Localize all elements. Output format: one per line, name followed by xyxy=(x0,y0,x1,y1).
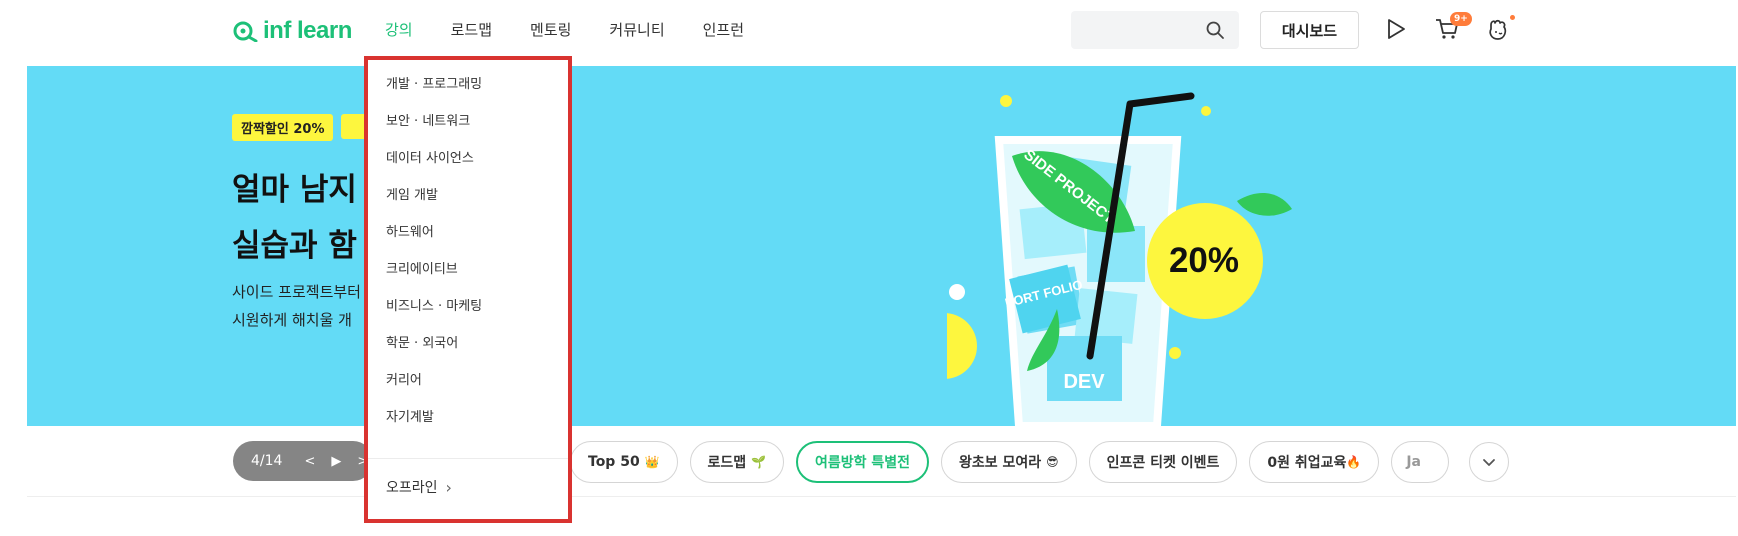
chip-java-partial[interactable]: Ja xyxy=(1391,441,1450,483)
play-slide-button[interactable]: ▶ xyxy=(331,454,341,469)
category-business-marketing[interactable]: 비즈니스 · 마케팅 xyxy=(386,294,482,331)
chip-beginners[interactable]: 왕초보 모여라 😎 xyxy=(941,441,1077,483)
chip-label: 인프콘 티켓 이벤트 xyxy=(1106,455,1220,471)
courses-category-dropdown: 개발 · 프로그래밍 보안 · 네트워크 데이터 사이언스 게임 개발 하드웨어… xyxy=(364,56,572,523)
chip-label: 여름방학 특별전 xyxy=(814,455,911,471)
banner-slider-control: 4/14 < ▶ > xyxy=(233,441,373,481)
sunglasses-icon: 😎 xyxy=(1046,455,1059,469)
sticker-dev-text: DEV xyxy=(1063,371,1105,393)
category-game-dev[interactable]: 게임 개발 xyxy=(386,183,482,220)
dashboard-button[interactable]: 대시보드 xyxy=(1260,11,1359,49)
logo[interactable]: inf learn xyxy=(233,17,352,45)
chip-free-job-education[interactable]: 0원 취업교육 🔥 xyxy=(1249,441,1380,483)
search-icon[interactable] xyxy=(1205,20,1225,40)
banner-badges: 깜짝할인 20% xyxy=(232,114,372,141)
nav-item-roadmap[interactable]: 로드맵 xyxy=(451,19,492,40)
category-self-development[interactable]: 자기계발 xyxy=(386,405,482,442)
banner-illustration: SIDE PROJECT PORT FOLIO DEV 20% xyxy=(947,92,1292,426)
fire-icon: 🔥 xyxy=(1346,455,1362,469)
chip-top50[interactable]: Top 50 👑 xyxy=(570,441,678,483)
play-icon[interactable] xyxy=(1385,17,1407,41)
slide-counter: 4/14 xyxy=(251,453,283,469)
crown-icon: 👑 xyxy=(644,455,660,469)
chevron-right-icon: › xyxy=(445,477,452,497)
notification-dot xyxy=(1510,15,1515,20)
logo-text: inf learn xyxy=(263,17,352,44)
cart-count-badge: 9+ xyxy=(1450,12,1472,26)
main-nav: 강의 로드맵 멘토링 커뮤니티 인프런 xyxy=(385,19,782,40)
headline-line-2: 실습과 함 xyxy=(232,228,357,264)
offline-link[interactable]: 오프라인 › xyxy=(386,477,452,497)
headline-line-1: 얼마 남지 xyxy=(232,172,357,208)
search-input[interactable] xyxy=(1071,11,1239,49)
top-header: inf learn 강의 로드맵 멘토링 커뮤니티 인프런 대시보드 9+ xyxy=(0,0,1738,62)
offline-label: 오프라인 xyxy=(386,480,438,496)
chip-label: Top 50 xyxy=(588,454,640,470)
banner-headline: 얼마 남지 실습과 함 xyxy=(232,162,357,274)
prev-slide-button[interactable]: < xyxy=(304,454,315,469)
sprout-icon: 🌱 xyxy=(751,455,766,469)
nav-item-courses[interactable]: 강의 xyxy=(385,19,413,40)
category-data-science[interactable]: 데이터 사이언스 xyxy=(386,146,482,183)
subtext-line-1: 사이드 프로젝트부터 xyxy=(232,283,361,301)
chevron-down-icon xyxy=(1483,459,1495,466)
chip-label: 로드맵 xyxy=(707,455,747,471)
chip-label: 왕초보 모여라 xyxy=(959,455,1042,471)
subtext-line-2: 시원하게 해치울 개 xyxy=(232,311,352,329)
category-academic-language[interactable]: 학문 · 외국어 xyxy=(386,331,482,368)
category-hardware[interactable]: 하드웨어 xyxy=(386,220,482,257)
category-dev-programming[interactable]: 개발 · 프로그래밍 xyxy=(386,72,482,109)
nav-item-mentoring[interactable]: 멘토링 xyxy=(530,19,571,40)
category-creative[interactable]: 크리에이티브 xyxy=(386,257,482,294)
notification-icon[interactable] xyxy=(1485,17,1511,43)
topic-chips: Top 50 👑 로드맵 🌱 여름방학 특별전 왕초보 모여라 😎 인프콘 티켓… xyxy=(570,441,1450,483)
discount-text: 20% xyxy=(1169,241,1239,280)
nav-item-community[interactable]: 커뮤니티 xyxy=(609,19,664,40)
chips-scroll-button[interactable] xyxy=(1469,442,1509,482)
category-security-network[interactable]: 보안 · 네트워크 xyxy=(386,109,482,146)
discount-badge: 깜짝할인 20% xyxy=(232,114,334,141)
chip-summer-special[interactable]: 여름방학 특별전 xyxy=(795,441,930,483)
category-career[interactable]: 커리어 xyxy=(386,368,482,405)
chip-infcon-ticket[interactable]: 인프콘 티켓 이벤트 xyxy=(1088,441,1238,483)
logo-icon xyxy=(233,21,258,42)
banner-subtext: 사이드 프로젝트부터 시원하게 해치울 개 xyxy=(232,278,361,334)
nav-item-inflearn[interactable]: 인프런 xyxy=(703,19,744,40)
dropdown-divider xyxy=(368,458,568,459)
category-list: 개발 · 프로그래밍 보안 · 네트워크 데이터 사이언스 게임 개발 하드웨어… xyxy=(386,72,482,442)
chip-label: 0원 취업교육 xyxy=(1267,455,1347,471)
chip-roadmap[interactable]: 로드맵 🌱 xyxy=(689,441,784,483)
chip-label: Ja xyxy=(1406,454,1421,470)
hero-banner[interactable]: 깜짝할인 20% 얼마 남지 실습과 함 , 사이드 프로젝트부터 시원하게 해… xyxy=(27,66,1736,426)
section-divider xyxy=(27,496,1736,497)
